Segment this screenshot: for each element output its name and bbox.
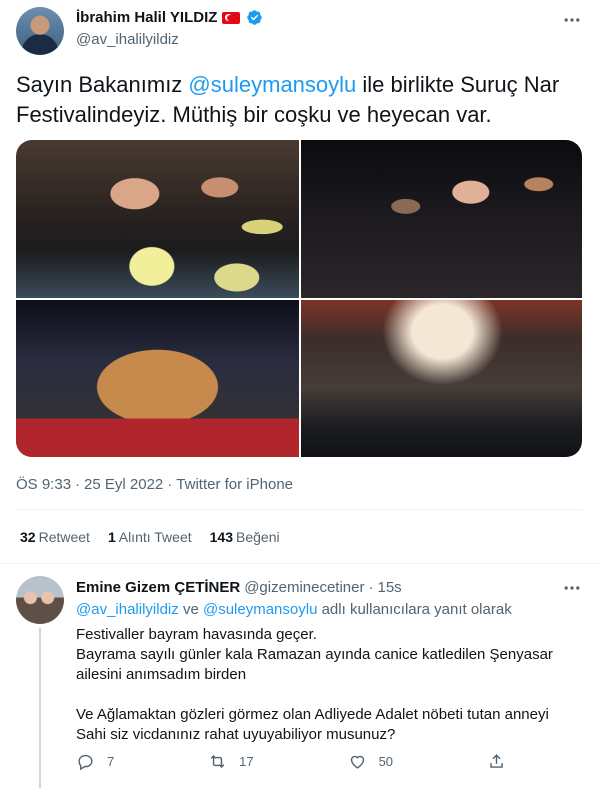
mention-link[interactable]: @suleymansoylu (188, 72, 356, 97)
retweet-stat[interactable]: 32 Retweet (20, 529, 90, 545)
like-icon (350, 755, 364, 769)
reply-time[interactable]: 15s (377, 579, 401, 596)
main-tweet: İbrahim Halil YILDIZ @av_ihalilyildiz Sa… (0, 0, 598, 560)
reply-text: Festivaller bayram havasında geçer. Bayr… (76, 625, 576, 745)
reply-icon (78, 754, 93, 771)
more-icon[interactable] (562, 578, 582, 598)
photo-1[interactable] (16, 140, 299, 298)
like-button[interactable]: 50 (348, 752, 393, 771)
photo-2[interactable] (301, 140, 582, 298)
reply-actions: 7 17 50 (76, 752, 506, 771)
reply-avatar[interactable] (16, 576, 64, 624)
retweet-icon (210, 754, 225, 769)
tweet-date[interactable]: 25 Eyl 2022 (84, 476, 163, 493)
more-icon[interactable] (562, 10, 582, 30)
photo-4[interactable] (301, 300, 582, 457)
reply-separator: · (368, 579, 374, 596)
reply-line-1: Festivaller bayram havasında geçer. (76, 626, 317, 643)
reply-to-suffix: adlı kullanıcılara yanıt olarak (317, 601, 512, 618)
reply-button[interactable]: 7 (76, 752, 114, 771)
tweet-time[interactable]: ÖS 9:33 (16, 476, 71, 493)
reply-count: 7 (107, 754, 115, 769)
share-icon (490, 754, 503, 768)
tweet-text: Sayın Bakanımız @suleymansoylu ile birli… (16, 70, 586, 130)
divider (16, 509, 582, 510)
reply-to-user-1[interactable]: @av_ihalilyildiz (76, 601, 179, 618)
quote-stat[interactable]: 1 Alıntı Tweet (108, 529, 192, 545)
author-handle[interactable]: @av_ihalilyildiz (76, 31, 179, 48)
tweet-source[interactable]: Twitter for iPhone (176, 476, 293, 493)
share-button[interactable] (487, 752, 506, 771)
reply-tweet[interactable]: Emine Gizem ÇETİNER @gizeminecetiner · 1… (0, 564, 598, 788)
like-stat[interactable]: 143 Beğeni (210, 529, 280, 545)
author-name-row: İbrahim Halil YILDIZ (76, 9, 263, 26)
reply-to-and: ve (178, 601, 203, 618)
replying-to: @av_ihalilyildiz ve @suleymansoylu adlı … (76, 601, 512, 618)
reply-header: Emine Gizem ÇETİNER @gizeminecetiner · 1… (76, 579, 402, 596)
reply-line-3: Ve Ağlamaktan gözleri görmez olan Adliye… (76, 706, 549, 743)
tweet-meta: ÖS 9:33 · 25 Eyl 2022 · Twitter for iPho… (16, 476, 293, 493)
reply-line-2: Bayrama sayılı günler kala Ramazan ayınd… (76, 646, 553, 683)
reply-author-name[interactable]: Emine Gizem ÇETİNER (76, 579, 240, 596)
meta-separator: · (75, 476, 81, 493)
author-name[interactable]: İbrahim Halil YILDIZ (76, 9, 217, 26)
like-count: 50 (378, 754, 394, 769)
verified-badge-icon (247, 10, 263, 25)
reply-to-user-2[interactable]: @suleymansoylu (203, 601, 317, 618)
retweet-count: 17 (239, 754, 254, 769)
retweet-button[interactable]: 17 (208, 752, 254, 771)
meta-separator: · (167, 476, 173, 493)
photo-3[interactable] (16, 300, 299, 457)
reply-author-handle[interactable]: @gizeminecetiner (244, 579, 364, 596)
media-grid (16, 140, 582, 457)
turkey-flag-icon (222, 11, 241, 24)
tweet-stats: 32 Retweet 1 Alıntı Tweet 143 Beğeni (20, 529, 280, 545)
thread-line (39, 628, 41, 788)
tweet-text-start: Sayın Bakanımız (16, 72, 189, 97)
author-avatar[interactable] (16, 7, 64, 55)
